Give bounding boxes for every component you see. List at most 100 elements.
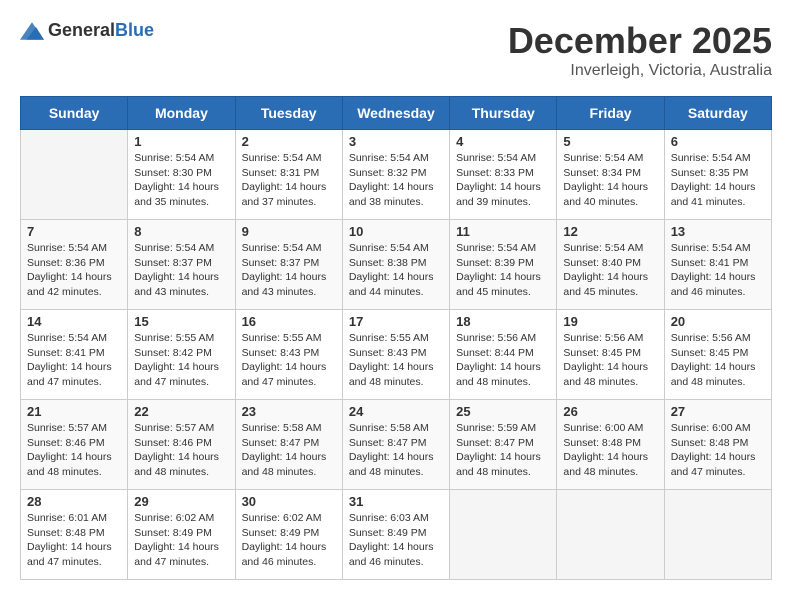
- calendar-cell: 4 Sunrise: 5:54 AMSunset: 8:33 PMDaylight…: [450, 130, 557, 220]
- day-info: Sunrise: 6:01 AMSunset: 8:48 PMDaylight:…: [27, 511, 121, 570]
- location-title: Inverleigh, Victoria, Australia: [508, 62, 772, 80]
- calendar-cell: 24 Sunrise: 5:58 AMSunset: 8:47 PMDayligh…: [342, 400, 449, 490]
- day-number: 11: [456, 224, 550, 239]
- logo: GeneralBlue: [20, 20, 154, 41]
- day-number: 26: [563, 404, 657, 419]
- day-info: Sunrise: 5:54 AMSunset: 8:38 PMDaylight:…: [349, 241, 443, 300]
- day-info: Sunrise: 5:54 AMSunset: 8:37 PMDaylight:…: [134, 241, 228, 300]
- weekday-header: Thursday: [450, 97, 557, 130]
- calendar-cell: 3 Sunrise: 5:54 AMSunset: 8:32 PMDaylight…: [342, 130, 449, 220]
- day-number: 14: [27, 314, 121, 329]
- calendar-cell: 7 Sunrise: 5:54 AMSunset: 8:36 PMDaylight…: [21, 220, 128, 310]
- day-number: 2: [242, 134, 336, 149]
- calendar-cell: 1 Sunrise: 5:54 AMSunset: 8:30 PMDaylight…: [128, 130, 235, 220]
- day-number: 24: [349, 404, 443, 419]
- day-info: Sunrise: 5:54 AMSunset: 8:41 PMDaylight:…: [671, 241, 765, 300]
- calendar-cell: 14 Sunrise: 5:54 AMSunset: 8:41 PMDayligh…: [21, 310, 128, 400]
- calendar-cell: 30Sunrise: 6:02 AMSunset: 8:49 PMDayligh…: [235, 490, 342, 580]
- day-info: Sunrise: 6:00 AMSunset: 8:48 PMDaylight:…: [671, 421, 765, 480]
- day-number: 13: [671, 224, 765, 239]
- calendar-cell: 2Sunrise: 5:54 AMSunset: 8:31 PMDaylight…: [235, 130, 342, 220]
- day-number: 9: [242, 224, 336, 239]
- day-info: Sunrise: 5:54 AMSunset: 8:36 PMDaylight:…: [27, 241, 121, 300]
- day-info: Sunrise: 5:54 AMSunset: 8:34 PMDaylight:…: [563, 151, 657, 210]
- day-number: 18: [456, 314, 550, 329]
- logo-icon: [20, 22, 44, 40]
- day-info: Sunrise: 5:54 AMSunset: 8:32 PMDaylight:…: [349, 151, 443, 210]
- day-info: Sunrise: 5:55 AMSunset: 8:42 PMDaylight:…: [134, 331, 228, 390]
- day-info: Sunrise: 6:00 AMSunset: 8:48 PMDaylight:…: [563, 421, 657, 480]
- day-info: Sunrise: 5:54 AMSunset: 8:41 PMDaylight:…: [27, 331, 121, 390]
- calendar-cell: [21, 130, 128, 220]
- day-number: 23: [242, 404, 336, 419]
- day-info: Sunrise: 5:54 AMSunset: 8:37 PMDaylight:…: [242, 241, 336, 300]
- title-area: December 2025 Inverleigh, Victoria, Aust…: [508, 20, 772, 80]
- month-title: December 2025: [508, 20, 772, 62]
- day-info: Sunrise: 5:56 AMSunset: 8:44 PMDaylight:…: [456, 331, 550, 390]
- week-row: 7 Sunrise: 5:54 AMSunset: 8:36 PMDaylight…: [21, 220, 772, 310]
- day-number: 29: [134, 494, 228, 509]
- calendar-cell: 28 Sunrise: 6:01 AMSunset: 8:48 PMDayligh…: [21, 490, 128, 580]
- day-number: 15: [134, 314, 228, 329]
- calendar-cell: 23 Sunrise: 5:58 AMSunset: 8:47 PMDayligh…: [235, 400, 342, 490]
- day-info: Sunrise: 5:54 AMSunset: 8:33 PMDaylight:…: [456, 151, 550, 210]
- day-info: Sunrise: 5:54 AMSunset: 8:30 PMDaylight:…: [134, 151, 228, 210]
- day-info: Sunrise: 6:03 AMSunset: 8:49 PMDaylight:…: [349, 511, 443, 570]
- calendar-cell: [664, 490, 771, 580]
- day-number: 10: [349, 224, 443, 239]
- calendar-cell: 15 Sunrise: 5:55 AMSunset: 8:42 PMDayligh…: [128, 310, 235, 400]
- day-info: Sunrise: 5:55 AMSunset: 8:43 PMDaylight:…: [349, 331, 443, 390]
- calendar-cell: 19 Sunrise: 5:56 AMSunset: 8:45 PMDayligh…: [557, 310, 664, 400]
- day-number: 28: [27, 494, 121, 509]
- day-number: 7: [27, 224, 121, 239]
- calendar-cell: 16Sunrise: 5:55 AMSunset: 8:43 PMDayligh…: [235, 310, 342, 400]
- weekday-header: Friday: [557, 97, 664, 130]
- day-number: 20: [671, 314, 765, 329]
- day-number: 22: [134, 404, 228, 419]
- day-number: 17: [349, 314, 443, 329]
- calendar-cell: 10 Sunrise: 5:54 AMSunset: 8:38 PMDayligh…: [342, 220, 449, 310]
- weekday-header-row: SundayMondayTuesdayWednesdayThursdayFrid…: [21, 97, 772, 130]
- weekday-header: Saturday: [664, 97, 771, 130]
- weekday-header: Wednesday: [342, 97, 449, 130]
- calendar-cell: 9 Sunrise: 5:54 AMSunset: 8:37 PMDaylight…: [235, 220, 342, 310]
- calendar-cell: 5 Sunrise: 5:54 AMSunset: 8:34 PMDaylight…: [557, 130, 664, 220]
- calendar-cell: 18 Sunrise: 5:56 AMSunset: 8:44 PMDayligh…: [450, 310, 557, 400]
- calendar-cell: 20 Sunrise: 5:56 AMSunset: 8:45 PMDayligh…: [664, 310, 771, 400]
- calendar-cell: 13 Sunrise: 5:54 AMSunset: 8:41 PMDayligh…: [664, 220, 771, 310]
- day-number: 1: [134, 134, 228, 149]
- calendar-cell: 21Sunrise: 5:57 AMSunset: 8:46 PMDayligh…: [21, 400, 128, 490]
- day-info: Sunrise: 6:02 AMSunset: 8:49 PMDaylight:…: [134, 511, 228, 570]
- week-row: 21Sunrise: 5:57 AMSunset: 8:46 PMDayligh…: [21, 400, 772, 490]
- day-info: Sunrise: 5:54 AMSunset: 8:39 PMDaylight:…: [456, 241, 550, 300]
- calendar-cell: [450, 490, 557, 580]
- day-number: 31: [349, 494, 443, 509]
- day-number: 12: [563, 224, 657, 239]
- day-number: 6: [671, 134, 765, 149]
- day-number: 19: [563, 314, 657, 329]
- week-row: 28 Sunrise: 6:01 AMSunset: 8:48 PMDayligh…: [21, 490, 772, 580]
- logo-text-blue: Blue: [115, 20, 154, 40]
- calendar-cell: 6 Sunrise: 5:54 AMSunset: 8:35 PMDaylight…: [664, 130, 771, 220]
- weekday-header: Tuesday: [235, 97, 342, 130]
- calendar-cell: 31 Sunrise: 6:03 AMSunset: 8:49 PMDayligh…: [342, 490, 449, 580]
- day-info: Sunrise: 5:56 AMSunset: 8:45 PMDaylight:…: [671, 331, 765, 390]
- logo-text-general: General: [48, 20, 115, 40]
- day-number: 4: [456, 134, 550, 149]
- day-number: 3: [349, 134, 443, 149]
- calendar-cell: 17 Sunrise: 5:55 AMSunset: 8:43 PMDayligh…: [342, 310, 449, 400]
- calendar-cell: 12Sunrise: 5:54 AMSunset: 8:40 PMDayligh…: [557, 220, 664, 310]
- calendar-cell: 29 Sunrise: 6:02 AMSunset: 8:49 PMDayligh…: [128, 490, 235, 580]
- day-info: Sunrise: 5:57 AMSunset: 8:46 PMDaylight:…: [134, 421, 228, 480]
- week-row: 14 Sunrise: 5:54 AMSunset: 8:41 PMDayligh…: [21, 310, 772, 400]
- day-info: Sunrise: 5:58 AMSunset: 8:47 PMDaylight:…: [349, 421, 443, 480]
- day-number: 5: [563, 134, 657, 149]
- day-info: Sunrise: 5:58 AMSunset: 8:47 PMDaylight:…: [242, 421, 336, 480]
- day-number: 8: [134, 224, 228, 239]
- day-info: Sunrise: 5:56 AMSunset: 8:45 PMDaylight:…: [563, 331, 657, 390]
- calendar-cell: [557, 490, 664, 580]
- calendar: SundayMondayTuesdayWednesdayThursdayFrid…: [20, 96, 772, 580]
- day-info: Sunrise: 5:54 AMSunset: 8:35 PMDaylight:…: [671, 151, 765, 210]
- day-number: 25: [456, 404, 550, 419]
- day-number: 16: [242, 314, 336, 329]
